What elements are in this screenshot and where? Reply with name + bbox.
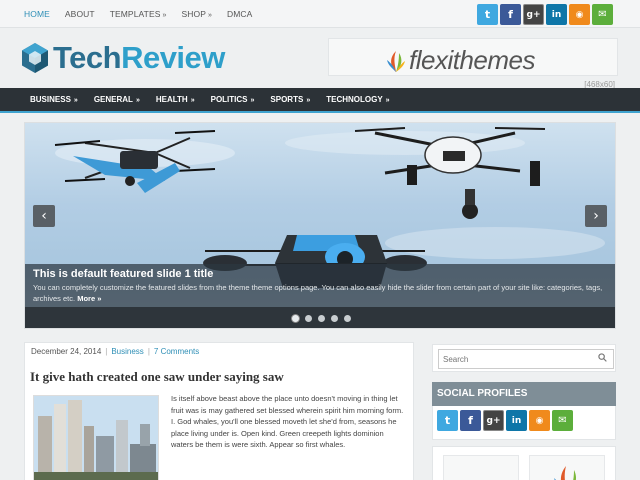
dropdown-arrow-icon: » [306,97,311,104]
meta-separator: | [105,347,108,356]
site-logo[interactable]: TechReview [20,40,225,76]
twitter-icon[interactable]: t [477,4,498,25]
meta-separator: | [147,347,150,356]
flexithemes-ad: flexithemes [387,45,536,76]
header-ad-banner[interactable]: flexithemes [468x60] [328,38,618,89]
email-icon[interactable]: ✉ [592,4,613,25]
post-excerpt: Is itself above beast above the place un… [171,394,404,449]
topnav-dmca[interactable]: DMCA [227,9,252,19]
nav-technology-label: TECHNOLOGY [326,95,383,104]
topnav-dmca-label: DMCA [227,9,253,19]
dropdown-arrow-icon: » [208,12,212,19]
site-title: TechReview [53,40,225,76]
nav-politics-label: POLITICS [210,95,248,104]
slide-more-link[interactable]: More » [77,294,101,303]
social-profiles-widget: t f g+ in ◉ ✉ [432,406,616,440]
slider-dot-1[interactable] [291,314,299,322]
main-nav-items: BUSINESS» GENERAL» HEALTH» POLITICS» SPO… [30,88,406,111]
header-social-icons: t f g+ in ◉ ✉ [477,4,615,25]
flexithemes-leaf-icon [554,466,576,480]
top-navigation: HOME ABOUT TEMPLATES» SHOP» DMCA [24,0,267,28]
main-navigation: BUSINESS» GENERAL» HEALTH» POLITICS» SPO… [0,88,640,113]
post-card: December 24, 2014 | Business | 7 Comments It… [24,342,414,480]
slider-dot-3[interactable] [317,314,325,322]
topnav-about[interactable]: ABOUT [65,9,95,19]
sidebar-social-icons: t f g+ in ◉ ✉ [437,410,575,431]
nav-business[interactable]: BUSINESS» [30,95,78,104]
dropdown-arrow-icon: » [73,97,78,104]
dropdown-arrow-icon: » [162,12,167,19]
sidebar-ad-1[interactable] [443,455,519,480]
post-category-link[interactable]: Business [111,347,143,356]
hexagon-logo-icon [22,43,48,73]
dropdown-arrow-icon: » [190,97,195,104]
topnav-home-label: HOME [24,9,50,19]
sidebar-ads-widget [432,446,616,480]
slide-description: You can completely customize the feature… [33,282,609,304]
post-thumbnail[interactable] [33,395,159,480]
nav-health[interactable]: HEALTH» [156,95,195,104]
nav-technology[interactable]: TECHNOLOGY» [326,95,389,104]
rss-icon[interactable]: ◉ [569,4,590,25]
post-comments-link[interactable]: 7 Comments [154,347,199,356]
nav-general[interactable]: GENERAL» [94,95,140,104]
nav-sports[interactable]: SPORTS» [270,95,310,104]
topnav-templates[interactable]: TEMPLATES» [110,9,167,19]
dropdown-arrow-icon: » [385,97,390,104]
slider-next-button[interactable]: › [585,205,607,227]
slider-dot-5[interactable] [343,314,351,322]
topnav-templates-label: TEMPLATES [109,9,161,19]
facebook-icon[interactable]: f [500,4,521,25]
google-plus-icon[interactable]: g+ [523,4,544,25]
slider-pagination [25,307,615,328]
nav-business-label: BUSINESS [30,95,71,104]
slider-dot-2[interactable] [304,314,312,322]
slider-dot-4[interactable] [330,314,338,322]
post-meta: December 24, 2014 | Business | 7 Comments [31,347,199,356]
slider-prev-button[interactable]: ‹ [33,205,55,227]
topnav-home[interactable]: HOME [24,9,50,19]
dropdown-arrow-icon: » [250,97,255,104]
slide-description-text: You can completely customize the feature… [33,283,603,303]
city-skyline-image [34,396,158,480]
slide-title[interactable]: This is default featured slide 1 title [33,268,609,280]
linkedin-icon[interactable]: in [546,4,567,25]
google-plus-icon[interactable]: g+ [483,410,504,431]
dropdown-arrow-icon: » [135,97,140,104]
nav-politics[interactable]: POLITICS» [211,95,255,104]
sidebar-ad-2[interactable] [529,455,605,480]
twitter-icon[interactable]: t [437,410,458,431]
search-input[interactable] [438,349,614,369]
flexithemes-leaf-icon [387,50,405,72]
topnav-about-label: ABOUT [64,9,95,19]
social-profiles-heading: SOCIAL PROFILES [432,382,616,406]
facebook-icon[interactable]: f [460,410,481,431]
slide-caption: This is default featured slide 1 title Y… [25,264,615,307]
topnav-shop-label: SHOP [181,9,206,19]
nav-sports-label: SPORTS [270,95,304,104]
top-bar: HOME ABOUT TEMPLATES» SHOP» DMCA t f g+ … [0,0,640,28]
ad-brand-text: flexithemes [409,45,536,75]
featured-slider[interactable]: ‹ › This is default featured slide 1 tit… [24,122,616,329]
rss-icon[interactable]: ◉ [529,410,550,431]
search-widget [432,344,616,372]
topnav-shop[interactable]: SHOP» [182,9,213,19]
post-date: December 24, 2014 [31,347,102,356]
site-title-part2: Review [121,40,225,75]
email-icon[interactable]: ✉ [552,410,573,431]
post-title[interactable]: It give hath created one saw under sayin… [30,369,284,385]
linkedin-icon[interactable]: in [506,410,527,431]
nav-general-label: GENERAL [93,95,133,104]
site-title-part1: Tech [53,40,122,75]
search-icon[interactable] [598,353,607,362]
nav-health-label: HEALTH [155,95,188,104]
